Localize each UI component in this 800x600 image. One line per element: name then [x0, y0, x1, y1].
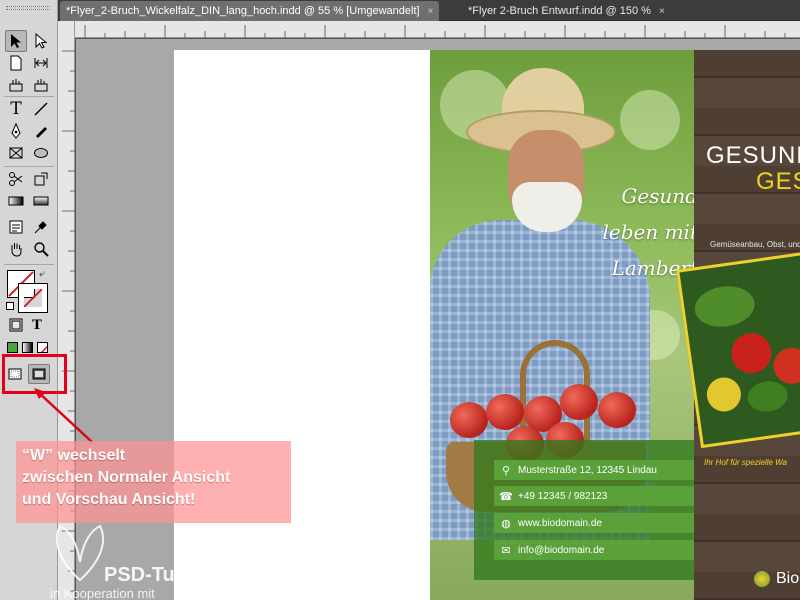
contact-row-web: ◍ www.biodomain.de [494, 513, 694, 533]
gap-tool-icon[interactable] [30, 52, 52, 74]
arrow-icon [34, 388, 93, 443]
contact-row-address: ⚲ Musterstraße 12, 12345 Lindau [494, 460, 694, 480]
gradient-feather-tool-icon[interactable] [30, 190, 52, 212]
mail-icon: ✉ [501, 544, 511, 557]
free-transform-tool-icon[interactable] [30, 168, 52, 190]
content-placer-icon[interactable] [30, 74, 52, 96]
watermark-brand: PSD-Tutorials.de [104, 564, 264, 586]
butterfly-logo-icon [55, 524, 105, 582]
globe-icon: ◍ [501, 517, 511, 530]
formatting-container-icon[interactable] [7, 316, 25, 334]
apply-gradient-icon[interactable] [22, 342, 33, 353]
fill-stroke-swatch[interactable]: ⤶ [6, 268, 49, 313]
tab-flyer-wickelfalz[interactable]: *Flyer_2-Bruch_Wickelfalz_DIN_lang_hoch.… [60, 1, 440, 21]
hand-tool-icon[interactable] [5, 238, 27, 260]
ellipse-tool-icon[interactable] [30, 142, 52, 164]
default-colors-icon[interactable] [6, 302, 14, 310]
contact-row-phone: ☎ +49 12345 / 982123 [494, 486, 694, 506]
flyer-subtitle-2: Ihr Hof für spezielle Wa [704, 458, 787, 467]
pen-tool-icon[interactable] [5, 120, 27, 142]
indesign-window: T ⤶ T *Flyer_2-Bruch_Wickelfalz_DIN_lang… [0, 0, 800, 600]
document-tabs: *Flyer_2-Bruch_Wickelfalz_DIN_lang_hoch.… [58, 0, 800, 21]
flyer-photo-panel[interactable]: Gesund leben mit Lambert ⚲ Musterstraße … [430, 50, 694, 600]
apply-color-icon[interactable] [7, 342, 18, 353]
content-collector-icon[interactable] [5, 74, 27, 96]
gradient-swatch-tool-icon[interactable] [5, 190, 27, 212]
annotation-callout: “W” wechselt zwischen Normaler Ansicht u… [16, 441, 291, 523]
flyer-subtitle: Gemüseanbau, Obst, und [710, 240, 800, 249]
vegetable-photo [676, 251, 800, 449]
contact-box: ⚲ Musterstraße 12, 12345 Lindau ☎ +49 12… [474, 440, 694, 580]
location-pin-icon: ⚲ [501, 464, 511, 477]
zoom-tool-icon[interactable] [30, 238, 52, 260]
scissors-tool-icon[interactable] [5, 168, 27, 190]
note-tool-icon[interactable] [5, 216, 27, 238]
page-tool-icon[interactable] [5, 52, 27, 74]
phone-icon: ☎ [499, 490, 513, 503]
pencil-tool-icon[interactable] [30, 120, 52, 142]
apply-none-icon[interactable] [37, 342, 48, 353]
line-tool-icon[interactable] [30, 98, 52, 120]
tab-flyer-entwurf[interactable]: *Flyer 2-Bruch Entwurf.indd @ 150 % × [462, 1, 671, 21]
direct-selection-tool-icon[interactable] [30, 30, 52, 52]
stroke-none-swatch[interactable] [18, 283, 48, 313]
eyedropper-tool-icon[interactable] [30, 216, 52, 238]
close-icon[interactable]: × [659, 6, 665, 17]
rectangle-frame-tool-icon[interactable] [5, 142, 27, 164]
swap-arrow-icon[interactable]: ⤶ [39, 268, 45, 281]
watermark-sub: in Kooperation mit [50, 586, 155, 600]
bio-logo: Bio [754, 570, 799, 588]
none-slash-icon [23, 288, 43, 308]
flyer-heading-line2: GES [756, 168, 800, 195]
type-tool-icon[interactable]: T [5, 98, 27, 120]
selection-tool-icon[interactable] [5, 30, 27, 52]
horizontal-ruler[interactable] [75, 21, 800, 38]
flyer-wood-panel[interactable]: GESUND GES Gemüseanbau, Obst, und Ihr Ho… [676, 50, 800, 600]
close-icon[interactable]: × [428, 6, 434, 17]
formatting-text-icon[interactable]: T [28, 316, 46, 334]
flyer-heading-line1: GESUND [706, 142, 800, 169]
watermark: PSD-Tutorials.de in Kooperation mit [50, 522, 310, 600]
ruler-ticks [84, 25, 786, 38]
bio-logo-icon [754, 571, 770, 587]
contact-row-mail: ✉ info@biodomain.de [494, 540, 694, 560]
panel-grip[interactable] [6, 6, 50, 10]
